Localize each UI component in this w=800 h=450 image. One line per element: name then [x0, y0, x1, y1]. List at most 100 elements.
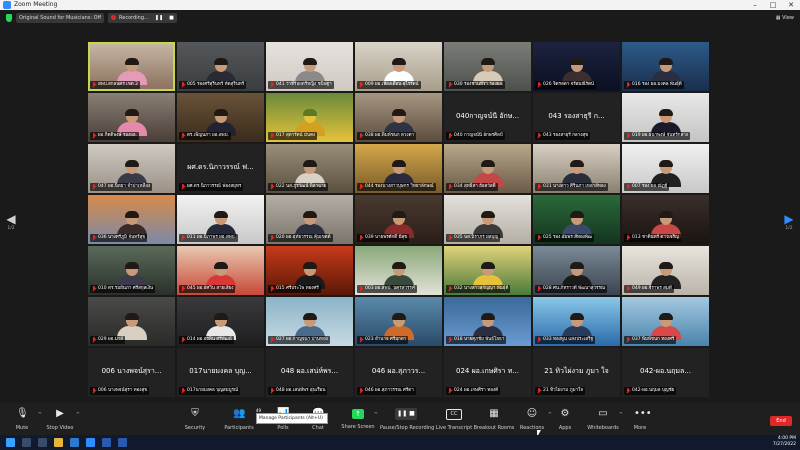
participant-tile[interactable]: 011 ผอ.นิภาพร ผอ.สพป.	[177, 195, 264, 244]
stop-recording-icon[interactable]: ■	[169, 13, 174, 23]
pause-recording-icon[interactable]: ❚❚	[155, 13, 163, 23]
participant-name-label: 026 จิตรลดา จรัสมณีรัตน์	[535, 81, 596, 89]
participant-tile[interactable]: 036 นางศรีภูมิ จันทร์สุข	[88, 195, 175, 244]
participant-name-label: 049 ผอ.จีราพร สมดี	[624, 285, 674, 293]
mic-muted-icon	[181, 388, 185, 394]
shield-icon[interactable]	[6, 14, 12, 22]
participant-name: 040 กาญจน์นี อักษรศิลป์	[454, 133, 503, 138]
participant-tile[interactable]: 042-ผอ.นฤมล... 042-ผอ.นฤมล บุญชัย	[622, 348, 709, 397]
participant-tile[interactable]: 027 ผอ.กาญจนา ปานทอง	[266, 297, 353, 346]
participant-tile[interactable]: 048 ผอ.เสน่ห์พร... 048 ผอ.เสน่ห์พร อุ่นเร…	[266, 348, 353, 397]
participant-tile[interactable]: 010 ดร.รมย์นภา ศรีสกุลเงิน	[88, 246, 175, 295]
participant-tile[interactable]: 039 นายพรศักดิ์ มีสุข	[355, 195, 442, 244]
security-label: Security	[184, 425, 206, 431]
mic-muted-icon	[448, 133, 452, 139]
participant-tile[interactable]: 044 รองนางสาวบุษกร วิทยาลักษณ์	[355, 144, 442, 193]
view-button[interactable]: ▦ View	[776, 13, 794, 23]
participant-tile[interactable]: 018 นายศุภชัย พันธ์โยธา	[444, 297, 531, 346]
participant-tile[interactable]: 037 พิมพ์ชนก ทองศรี	[622, 297, 709, 346]
maximize-icon[interactable]: □	[764, 0, 782, 10]
participant-name: 017 สุดารัตน์ มั่นคง	[276, 133, 316, 138]
chevron-up-icon[interactable]: ^	[76, 412, 80, 418]
end-meeting-button[interactable]: End	[770, 416, 792, 426]
participant-tile[interactable]: สพป.สกลนคร เขต 2	[88, 42, 175, 91]
participant-tile[interactable]: 033 ทองพูน แสงประเสริฐ	[533, 297, 620, 346]
participant-tile[interactable]: 026 จิตรลดา จรัสมณีรัตน์	[533, 42, 620, 91]
system-clock[interactable]: 4:00 PM 7/27/2022	[773, 436, 796, 448]
participant-tile[interactable]: 035 นส.นิราภร ผลบุญ	[444, 195, 531, 244]
participant-tile[interactable]: 017นายมงคล บุญ... 017นายมงคล บุญสมบูรณ์	[177, 348, 264, 397]
participant-name-label: 023 อำนาจ ศรีมุกดา	[357, 336, 409, 344]
participant-tile[interactable]: 046 ผอ.สุภาวร... 046 ผอ.สุภาวรรณ ศรีดา	[355, 348, 442, 397]
participant-tile[interactable]: 041 ว่าที่ร้อยตรีหญิง ชนิษฐา	[266, 42, 353, 91]
live-transcript-button[interactable]: CC Live Transcript	[432, 406, 476, 434]
participant-tile[interactable]: 005 รองศรีสุรินทร์ หัดสุรินทร์	[177, 42, 264, 91]
mic-muted-icon	[92, 337, 96, 343]
participant-tile[interactable]: 007 รอง ผอ.ณัฏฐ์	[622, 144, 709, 193]
participant-tile[interactable]: 013 ชาตินทร์ ดาวเจริญ	[622, 195, 709, 244]
word-icon[interactable]	[102, 438, 111, 447]
participant-tile[interactable]: 017 สุดารัตน์ มั่นคง	[266, 93, 353, 142]
participant-tile[interactable]: 032 นางสาวสุกัญญา พันธุ์ดี	[444, 246, 531, 295]
participant-name: 044 รองนางสาวบุษกร วิทยาลักษณ์	[365, 184, 434, 189]
mic-muted-icon	[448, 235, 452, 241]
zoom-taskbar-icon[interactable]	[86, 438, 95, 447]
participant-tile[interactable]: 014 ผอ.อรพิน ศรีพัฒน์	[177, 297, 264, 346]
participant-tile[interactable]: 024 ผอ.เกษศิรา ท... 024 ผอ.เกษศิรา ทองดี	[444, 348, 531, 397]
word-icon-2[interactable]	[118, 438, 127, 447]
next-page-button[interactable]: ▶ 1/2	[784, 212, 794, 232]
windows-start-icon[interactable]	[6, 438, 15, 447]
participant-name: 049 ผอ.จีราพร สมดี	[632, 286, 672, 291]
participant-tile[interactable]: 023 อำนาจ ศรีมุกดา	[355, 297, 442, 346]
participant-name-label: 025 รอง.อัมพร สีทองพัฒ	[535, 234, 594, 242]
participant-tile[interactable]: 022 นส.ภูรวัฒน์ พิลาฉาย	[266, 144, 353, 193]
original-sound-toggle[interactable]: Original Sound for Musicians: Off	[16, 13, 105, 23]
participant-tile[interactable]: 028 ศน.ภัทราวดี พัฒนาสุวรรณ	[533, 246, 620, 295]
security-button[interactable]: ⛨ Security	[173, 406, 217, 434]
participant-tile[interactable]: 019 ผอ.ธนาพงษ์ จันทร์กลาง	[622, 93, 709, 142]
mic-muted-icon	[359, 286, 363, 292]
whiteboard-icon: ▭	[598, 408, 608, 419]
share-screen-button[interactable]: ↑ Share Screen ^	[336, 406, 380, 434]
chevron-up-icon[interactable]: ^	[374, 412, 378, 418]
file-explorer-icon[interactable]	[54, 438, 63, 447]
participant-tile[interactable]: 015 ศรีประไพ ทองศรี	[266, 246, 353, 295]
mic-muted-icon	[181, 286, 185, 292]
participant-tile[interactable]: 049 ผอ.จีราพร สมดี	[622, 246, 709, 295]
more-button[interactable]: ••• More	[618, 406, 662, 434]
participant-tile[interactable]: 045 ผอ.อัศวิน สายเสียง	[177, 246, 264, 295]
participant-tile[interactable]: 029 ผอ.มาลี	[88, 297, 175, 346]
previous-page-button[interactable]: ◀ 1/2	[6, 212, 16, 232]
minimize-icon[interactable]: –	[746, 0, 764, 10]
participant-tile[interactable]: 016 รอง ผอ.มงคล พันธุ์ดี	[622, 42, 709, 91]
participant-name-label: 039 นายพรศักดิ์ มีสุข	[357, 234, 410, 242]
participant-tile[interactable]: ผอ.กิตติพงษ์ รองผอ.	[88, 93, 175, 142]
close-icon[interactable]: ✕	[782, 0, 800, 10]
participant-tile[interactable]: 006 นางพจน์สุรา... 006 นางพจน์สุรา ทองสุข	[88, 348, 175, 397]
participant-tile[interactable]: 047 ผอ.นิตยา จำปาเหลือง	[88, 144, 175, 193]
arrow-left-icon: ◀	[6, 212, 16, 226]
participants-button[interactable]: 👥 Participants 49	[217, 406, 261, 434]
recording-label: Recording...	[119, 15, 149, 21]
participant-tile[interactable]: 038 ผอ.พิมพ์ชนก ดวงตา	[355, 93, 442, 142]
participant-tile[interactable]: 030 รองชานพีรา รองผอ.	[444, 42, 531, 91]
participant-tile[interactable]: 21 ทิวไผ่งาม ภูมา ใจ 21 ทิวไผ่งาม ภูมาใจ	[533, 348, 620, 397]
participant-tile[interactable]: 020 ผอ.อุทัยวรรณ คุ้มเขตต์	[266, 195, 353, 244]
participant-name-label: ผศ.ดร.นิภาวรรณ์ ฟองสมุทร	[179, 183, 244, 191]
edge-browser-icon[interactable]	[70, 438, 79, 447]
participant-display-name: 024 ผอ.เกษศิรา ท...	[455, 367, 519, 375]
participant-tile[interactable]: 031 นางสาว ศิรินภา เหล่าสีทอง	[533, 144, 620, 193]
participant-tile[interactable]: 034 สุทธิสา ฮ้อสวัสดิ์	[444, 144, 531, 193]
participant-tile[interactable]: 043 รองสาธุรี ก... 043 รองสาธุรี กลางสุข	[533, 93, 620, 142]
participant-tile[interactable]: 025 รอง.อัมพร สีทองพัฒ	[533, 195, 620, 244]
search-icon[interactable]	[22, 438, 31, 447]
pause-stop-recording-button[interactable]: ❚❚ ■ Pause/Stop Recording	[380, 406, 434, 434]
task-view-icon[interactable]	[38, 438, 47, 447]
participants-tooltip: Manage Participants (Alt+U)	[256, 413, 328, 424]
participant-tile[interactable]: 003 ผอ.สพป. นครสวรรค์	[355, 246, 442, 295]
participant-tile[interactable]: 009 ผอ.เพียงเดือน อุไรรัตน์	[355, 42, 442, 91]
stop-video-button[interactable]: ▶ Stop Video ^	[38, 406, 82, 434]
participant-tile[interactable]: ผศ.ดร.นิภาวรรณ์ ฟ... ผศ.ดร.นิภาวรรณ์ ฟองส…	[177, 144, 264, 193]
participant-tile[interactable]: ดร.เพ็ญนภา ผอ.สพป.	[177, 93, 264, 142]
participant-tile[interactable]: 040กาญจน์นี อักษ... 040 กาญจน์นี อักษรศิล…	[444, 93, 531, 142]
